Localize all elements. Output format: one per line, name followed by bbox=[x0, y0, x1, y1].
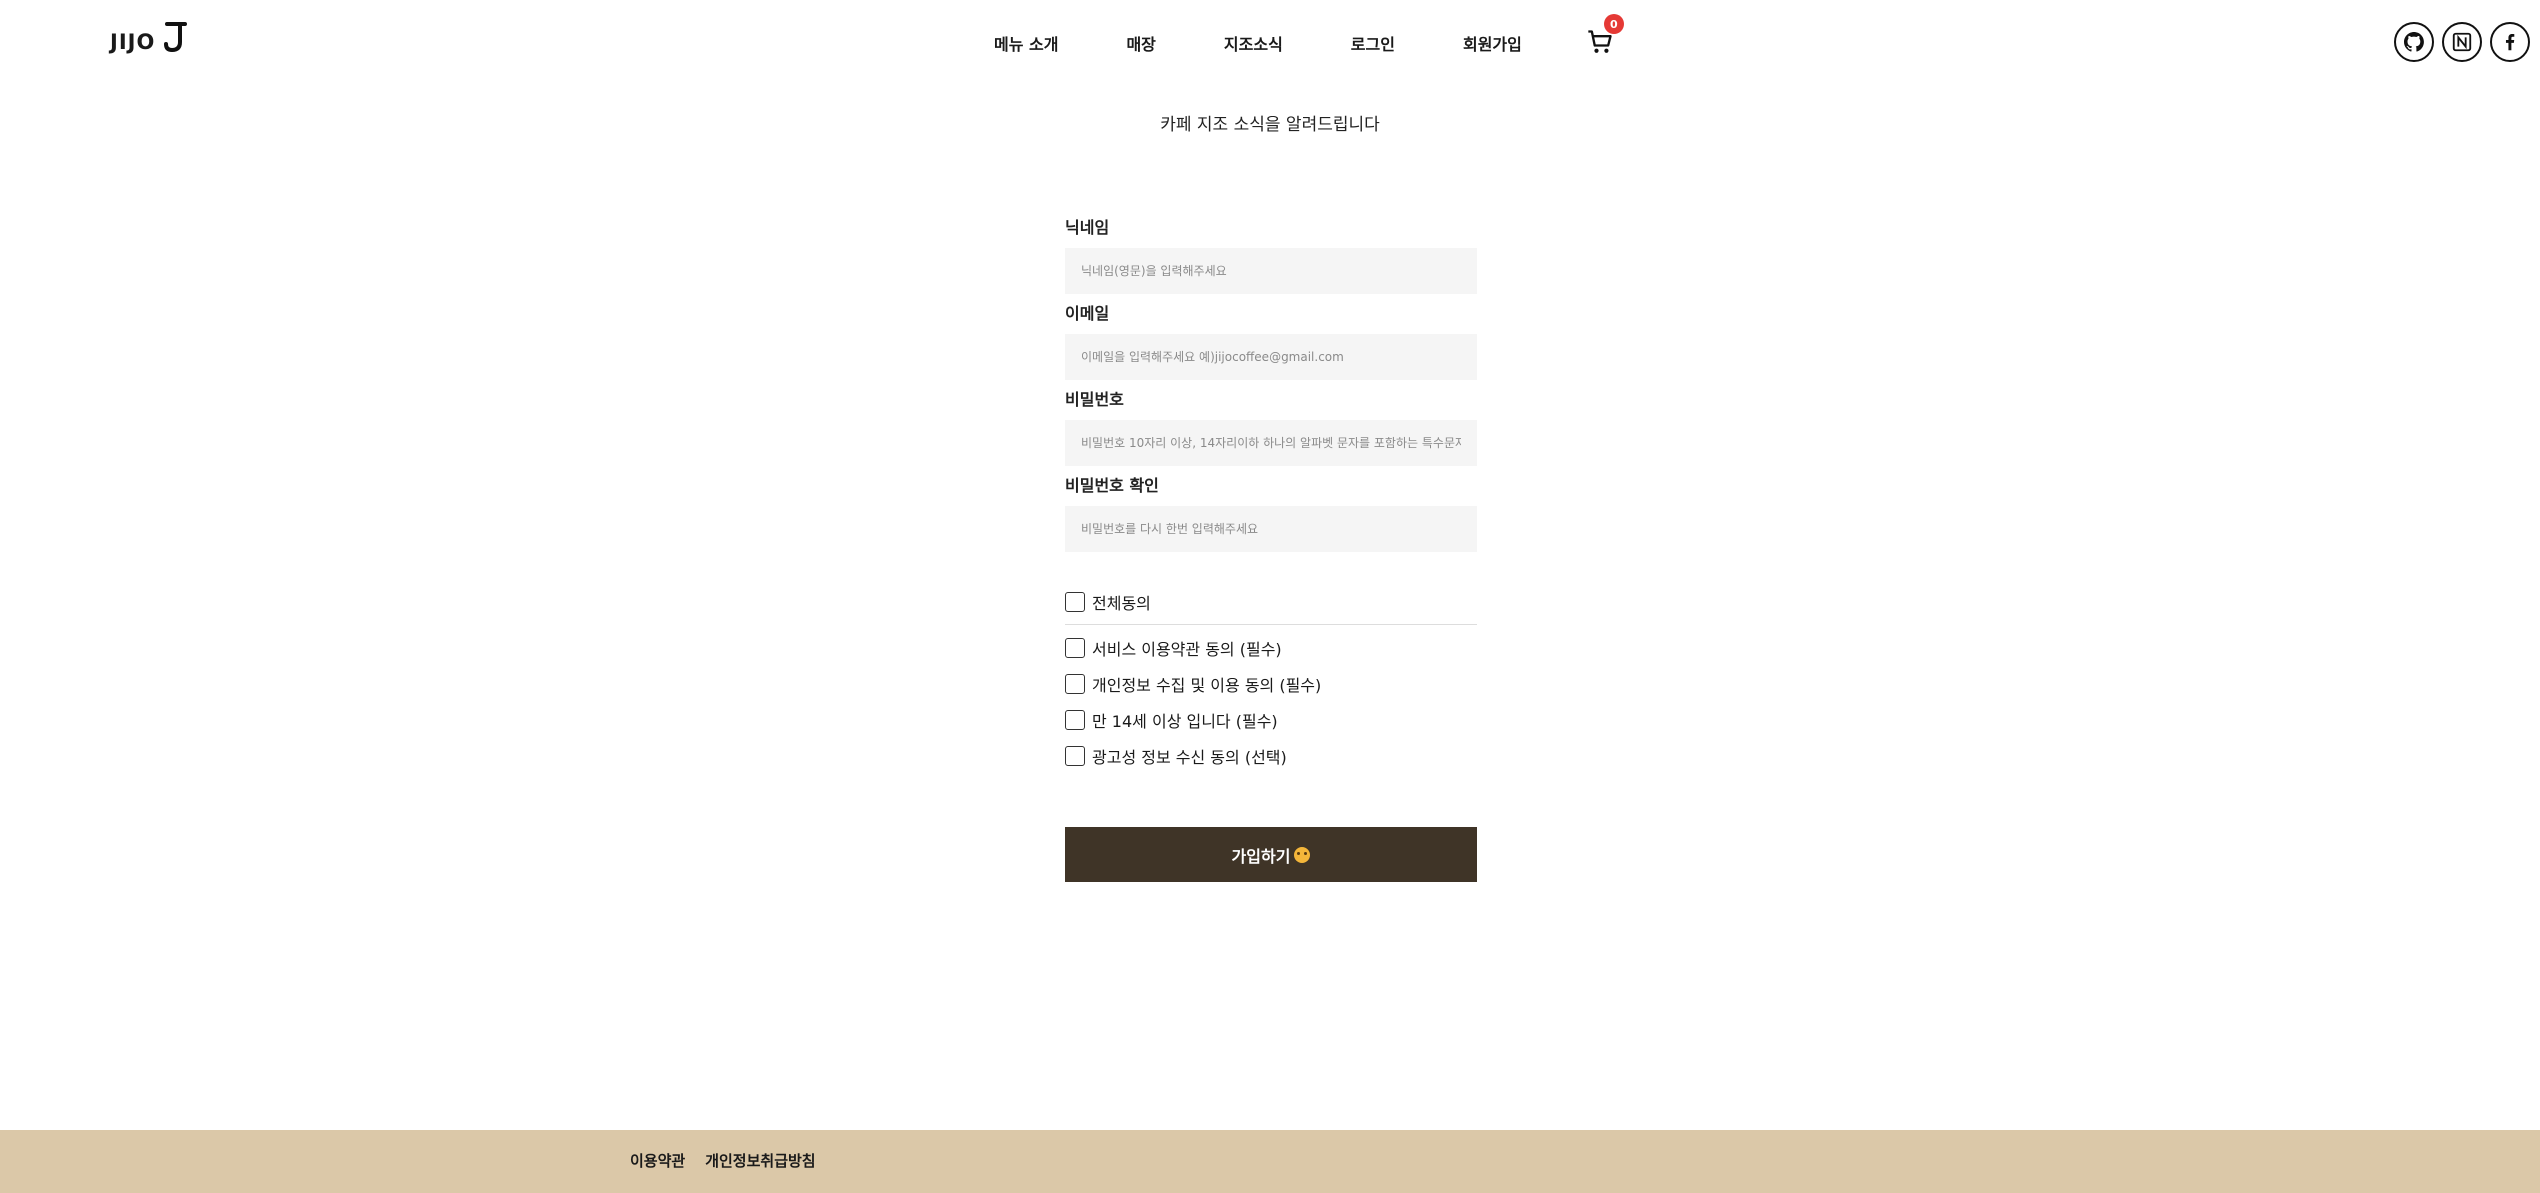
logo-text: JIJO bbox=[110, 30, 156, 54]
nav-signup[interactable]: 회원가입 bbox=[1463, 31, 1522, 55]
password-label: 비밀번호 bbox=[1065, 390, 1124, 409]
notion-icon bbox=[2452, 32, 2472, 52]
smile-emoji-icon bbox=[1294, 846, 1311, 863]
email-label: 이메일 bbox=[1065, 304, 1110, 323]
cart-count-badge: 0 bbox=[1603, 14, 1624, 34]
footer-terms-link[interactable]: 이용약관 bbox=[630, 1150, 685, 1171]
password-input[interactable] bbox=[1065, 420, 1477, 466]
site-footer: 이용약관 개인정보취급방침 bbox=[0, 1130, 2540, 1193]
signup-submit-label: 가입하기 bbox=[1231, 846, 1291, 866]
marketing-label: 광고성 정보 수신 동의 (선택) bbox=[1092, 748, 1287, 767]
nickname-input[interactable] bbox=[1065, 248, 1477, 294]
marketing-checkbox[interactable] bbox=[1065, 746, 1085, 766]
age-checkbox[interactable] bbox=[1065, 710, 1085, 730]
site-header: JIJO 메뉴 소개 매장 지조소식 로그인 회원가입 0 bbox=[0, 0, 2540, 90]
github-button[interactable] bbox=[2394, 22, 2434, 62]
page-subtitle: 카페 지조 소식을 알려드립니다 bbox=[1160, 115, 1380, 135]
agreement-row-terms: 서비스 이용약관 동의 (필수) bbox=[1065, 635, 1477, 661]
agree-all-checkbox[interactable] bbox=[1065, 592, 1085, 612]
nickname-label: 닉네임 bbox=[1065, 218, 1110, 237]
social-links bbox=[2394, 22, 2530, 62]
nav-login[interactable]: 로그인 bbox=[1351, 31, 1395, 55]
facebook-button[interactable] bbox=[2490, 22, 2530, 62]
facebook-icon bbox=[2505, 34, 2515, 51]
nav-menu[interactable]: 메뉴 소개 bbox=[994, 31, 1058, 55]
agreement-row-age: 만 14세 이상 입니다 (필수) bbox=[1065, 707, 1477, 733]
nav-news[interactable]: 지조소식 bbox=[1224, 31, 1283, 55]
password-confirm-label: 비밀번호 확인 bbox=[1065, 476, 1159, 495]
privacy-label: 개인정보 수집 및 이용 동의 (필수) bbox=[1092, 676, 1322, 695]
agreement-row-marketing: 광고성 정보 수신 동의 (선택) bbox=[1065, 743, 1477, 769]
footer-links: 이용약관 개인정보취급방침 bbox=[630, 1150, 816, 1171]
email-input[interactable] bbox=[1065, 334, 1477, 380]
logo[interactable]: JIJO bbox=[110, 20, 189, 54]
footer-privacy-link[interactable]: 개인정보취급방침 bbox=[705, 1150, 815, 1171]
privacy-checkbox[interactable] bbox=[1065, 674, 1085, 694]
github-icon bbox=[2404, 32, 2424, 52]
terms-checkbox[interactable] bbox=[1065, 638, 1085, 658]
password-confirm-input[interactable] bbox=[1065, 506, 1477, 552]
signup-submit-button[interactable]: 가입하기 bbox=[1065, 827, 1477, 882]
signup-form: 닉네임 이메일 비밀번호 비밀번호 확인 전체동의 서비스 이용약관 동의 (필… bbox=[1065, 218, 1477, 882]
age-label: 만 14세 이상 입니다 (필수) bbox=[1092, 712, 1278, 731]
agreement-list: 서비스 이용약관 동의 (필수) 개인정보 수집 및 이용 동의 (필수) 만 … bbox=[1065, 635, 1477, 769]
logo-mark-icon bbox=[164, 22, 188, 53]
agree-all-label: 전체동의 bbox=[1092, 594, 1151, 613]
cart-button[interactable]: 0 bbox=[1586, 14, 1624, 58]
terms-label: 서비스 이용약관 동의 (필수) bbox=[1092, 640, 1282, 659]
agree-all-row: 전체동의 bbox=[1065, 588, 1477, 625]
nav-store[interactable]: 매장 bbox=[1126, 31, 1155, 55]
main-nav: 메뉴 소개 매장 지조소식 로그인 회원가입 0 bbox=[994, 14, 1624, 58]
notion-button[interactable] bbox=[2442, 22, 2482, 62]
agreement-row-privacy: 개인정보 수집 및 이용 동의 (필수) bbox=[1065, 671, 1477, 697]
